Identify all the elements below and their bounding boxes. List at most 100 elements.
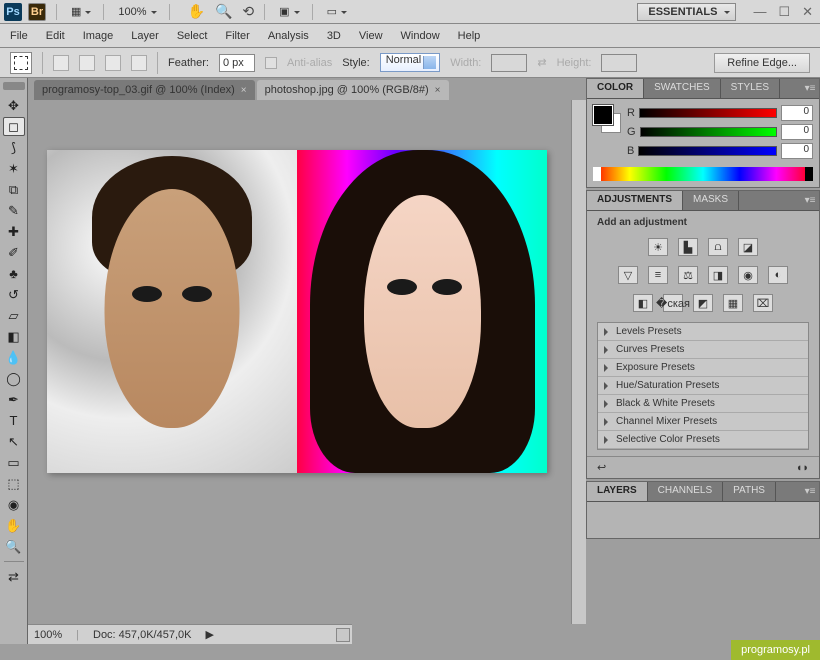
menu-view[interactable]: View — [359, 30, 383, 42]
launch-app-icon[interactable]: ▦ — [67, 3, 93, 20]
menu-file[interactable]: File — [10, 30, 28, 42]
gradient-map-icon[interactable]: ▦ — [723, 294, 743, 312]
menu-image[interactable]: Image — [83, 30, 114, 42]
levels-icon[interactable]: ▙ — [678, 238, 698, 256]
status-doc-size[interactable]: Doc: 457,0K/457,0K — [93, 629, 191, 641]
menu-select[interactable]: Select — [177, 30, 208, 42]
green-slider[interactable] — [640, 127, 777, 137]
panel-menu-icon[interactable]: ▾≡ — [801, 191, 819, 210]
adjustment-clip-icon[interactable]: ◖◗ — [796, 462, 809, 474]
shape-tool[interactable]: ▭ — [3, 453, 25, 472]
hand-icon[interactable]: ✋ — [188, 3, 205, 20]
menu-3d[interactable]: 3D — [327, 30, 341, 42]
menu-filter[interactable]: Filter — [225, 30, 249, 42]
bw-icon[interactable]: ◨ — [708, 266, 728, 284]
tab-adjustments[interactable]: ADJUSTMENTS — [587, 191, 683, 210]
tab-close-icon[interactable]: × — [241, 85, 247, 96]
threshold-icon[interactable]: ◩ — [693, 294, 713, 312]
menu-help[interactable]: Help — [458, 30, 481, 42]
new-selection-icon[interactable] — [53, 55, 69, 71]
invert-icon[interactable]: ◧ — [633, 294, 653, 312]
add-selection-icon[interactable] — [79, 55, 95, 71]
lasso-tool[interactable]: ⟆ — [3, 138, 25, 157]
type-tool[interactable]: T — [3, 411, 25, 430]
color-swap-tool[interactable]: ⇄ — [3, 567, 25, 586]
maximize-icon[interactable]: ☐ — [775, 4, 793, 20]
feather-input[interactable] — [219, 54, 255, 72]
workspace-switcher[interactable]: ESSENTIALS — [637, 3, 736, 21]
zoom-tool[interactable]: 🔍 — [3, 537, 25, 556]
3d-tool[interactable]: ⬚ — [3, 474, 25, 493]
gradient-tool[interactable]: ◧ — [3, 327, 25, 346]
exposure-icon[interactable]: ◪ — [738, 238, 758, 256]
ps-icon[interactable]: Ps — [4, 3, 22, 21]
red-value[interactable]: 0 — [781, 105, 813, 121]
tools-grip[interactable] — [3, 82, 25, 90]
pen-tool[interactable]: ✒ — [3, 390, 25, 409]
tab-color[interactable]: COLOR — [587, 79, 644, 98]
green-value[interactable]: 0 — [781, 124, 813, 140]
path-select-tool[interactable]: ↖ — [3, 432, 25, 451]
tab-channels[interactable]: CHANNELS — [648, 482, 723, 501]
history-brush-tool[interactable]: ↺ — [3, 285, 25, 304]
tab-layers[interactable]: LAYERS — [587, 482, 648, 501]
channel-mixer-icon[interactable]: ◐ — [768, 266, 788, 284]
preset-item[interactable]: Exposure Presets — [598, 359, 808, 377]
brush-tool[interactable]: ✐ — [3, 243, 25, 262]
panel-menu-icon[interactable]: ▾≡ — [801, 79, 819, 98]
hue-icon[interactable]: ≡ — [648, 266, 668, 284]
marquee-tool[interactable]: ◻ — [3, 117, 25, 136]
posterize-icon[interactable]: �ская — [663, 294, 683, 312]
tab-paths[interactable]: PATHS — [723, 482, 776, 501]
status-menu-icon[interactable]: ▶ — [205, 628, 213, 641]
canvas[interactable] — [47, 150, 547, 473]
selective-color-icon[interactable]: ⌧ — [753, 294, 773, 312]
photo-filter-icon[interactable]: ◉ — [738, 266, 758, 284]
color-swatch[interactable] — [593, 105, 621, 133]
menu-analysis[interactable]: Analysis — [268, 30, 309, 42]
tab-styles[interactable]: STYLES — [721, 79, 780, 98]
blur-tool[interactable]: 💧 — [3, 348, 25, 367]
bridge-icon[interactable]: Br — [28, 3, 46, 21]
blue-slider[interactable] — [638, 146, 777, 156]
zoom-icon[interactable]: 🔍 — [215, 3, 232, 20]
tab-masks[interactable]: MASKS — [683, 191, 739, 210]
menu-edit[interactable]: Edit — [46, 30, 65, 42]
tab-swatches[interactable]: SWATCHES — [644, 79, 721, 98]
crop-tool[interactable]: ⧉ — [3, 180, 25, 199]
refine-edge-button[interactable]: Refine Edge... — [714, 53, 810, 73]
intersect-selection-icon[interactable] — [131, 55, 147, 71]
hand-tool[interactable]: ✋ — [3, 516, 25, 535]
eraser-tool[interactable]: ▱ — [3, 306, 25, 325]
minimize-icon[interactable]: — — [750, 4, 769, 20]
stamp-tool[interactable]: ♣ — [3, 264, 25, 283]
curves-icon[interactable]: ⩍ — [708, 238, 728, 256]
brightness-icon[interactable]: ☀ — [648, 238, 668, 256]
quick-select-tool[interactable]: ✶ — [3, 159, 25, 178]
vibrance-icon[interactable]: ▽ — [618, 266, 638, 284]
healing-tool[interactable]: ✚ — [3, 222, 25, 241]
close-icon[interactable]: ✕ — [799, 4, 816, 20]
style-select[interactable]: Normal — [380, 53, 440, 72]
red-slider[interactable] — [639, 108, 777, 118]
color-spectrum[interactable] — [593, 167, 813, 181]
preset-item[interactable]: Levels Presets — [598, 323, 808, 341]
move-tool[interactable]: ✥ — [3, 96, 25, 115]
return-to-list-icon[interactable]: ↩ — [597, 461, 606, 474]
tool-preset-picker[interactable] — [10, 52, 32, 74]
panel-menu-icon[interactable]: ▾≡ — [801, 482, 819, 501]
resize-handle[interactable] — [336, 628, 350, 642]
status-zoom[interactable]: 100% — [34, 629, 62, 641]
preset-item[interactable]: Hue/Saturation Presets — [598, 377, 808, 395]
preset-item[interactable]: Curves Presets — [598, 341, 808, 359]
color-balance-icon[interactable]: ⚖ — [678, 266, 698, 284]
menu-window[interactable]: Window — [401, 30, 440, 42]
vertical-scrollbar[interactable] — [571, 100, 586, 624]
subtract-selection-icon[interactable] — [105, 55, 121, 71]
document-tab[interactable]: programosy-top_03.gif @ 100% (Index)× — [34, 80, 255, 100]
preset-item[interactable]: Black & White Presets — [598, 395, 808, 413]
zoom-level-dropdown[interactable]: 100% — [114, 4, 158, 20]
document-tab[interactable]: photoshop.jpg @ 100% (RGB/8#)× — [257, 80, 449, 100]
tab-close-icon[interactable]: × — [435, 85, 441, 96]
preset-item[interactable]: Channel Mixer Presets — [598, 413, 808, 431]
